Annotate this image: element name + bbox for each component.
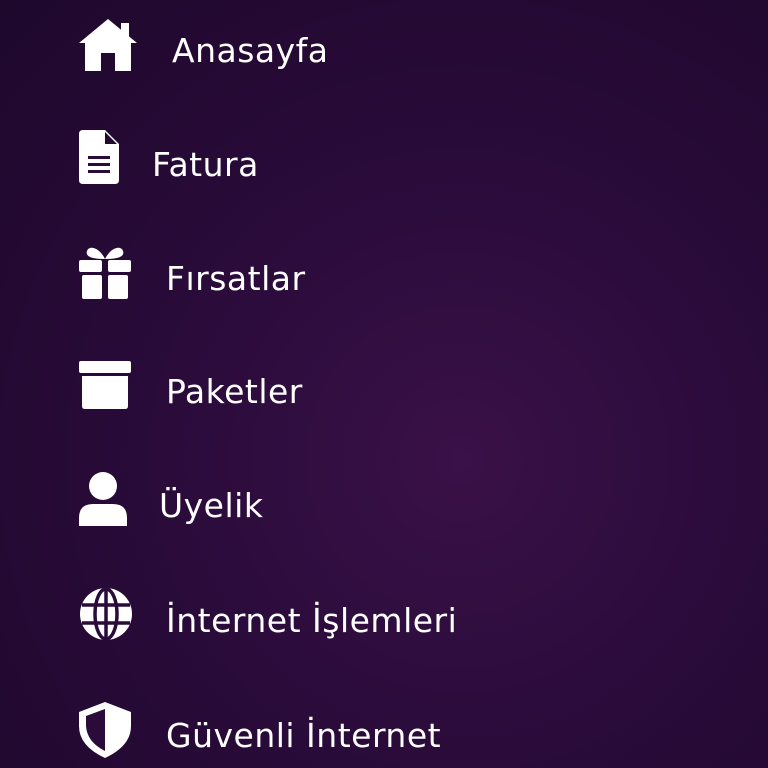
globe-icon: [79, 587, 133, 641]
menu-item-label: Anasayfa: [172, 31, 329, 70]
gift-icon: [79, 245, 131, 299]
menu-item-guvenli-internet[interactable]: Güvenli İnternet: [0, 685, 768, 768]
menu-item-anasayfa[interactable]: Anasayfa: [0, 0, 768, 100]
side-menu: Anasayfa Fatura Fırsatlar Paketler Üyeli…: [0, 0, 768, 768]
menu-item-internet-islemleri[interactable]: İnternet İşlemleri: [0, 570, 768, 670]
menu-item-uyelik[interactable]: Üyelik: [0, 455, 768, 555]
document-icon: [79, 130, 119, 184]
menu-item-fatura[interactable]: Fatura: [0, 110, 768, 210]
menu-item-label: Fırsatlar: [166, 259, 306, 298]
menu-item-label: Üyelik: [159, 486, 264, 525]
home-icon: [79, 19, 137, 71]
menu-item-label: Güvenli İnternet: [166, 716, 442, 755]
user-icon: [79, 472, 127, 526]
menu-item-label: İnternet İşlemleri: [166, 601, 458, 640]
menu-item-label: Paketler: [166, 372, 303, 411]
menu-item-firsatlar[interactable]: Fırsatlar: [0, 225, 768, 325]
archive-box-icon: [79, 361, 131, 409]
menu-item-paketler[interactable]: Paketler: [0, 340, 768, 440]
shield-icon: [79, 702, 131, 758]
menu-item-label: Fatura: [152, 145, 259, 184]
